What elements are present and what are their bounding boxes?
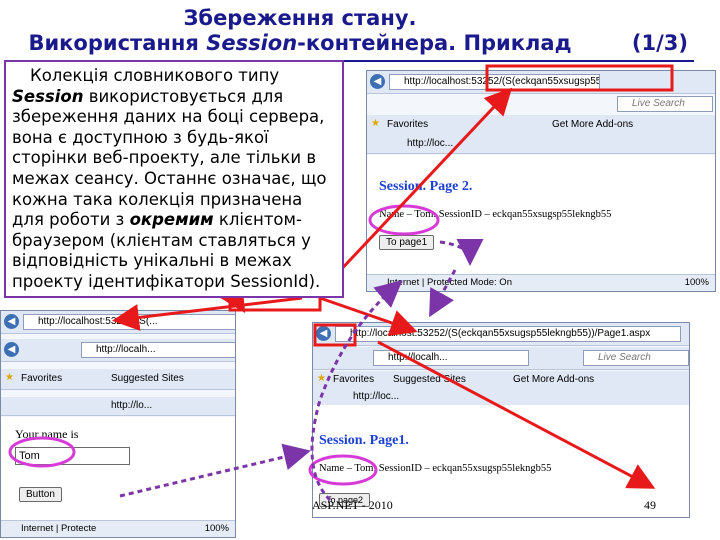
page-heading: Session. Page 2. bbox=[379, 179, 473, 194]
browser-window-page2: ◀ http://localhost:53252/(S(eckqan55xsug… bbox=[366, 70, 716, 292]
footer-course: ASP.NET - 2010 bbox=[312, 498, 393, 512]
favorites-label[interactable]: Favorites bbox=[333, 374, 374, 385]
title-line-2-italic: Session bbox=[206, 31, 298, 55]
back-icon-2[interactable]: ◀ bbox=[4, 342, 19, 357]
favorites-star-icon[interactable]: ★ bbox=[371, 118, 380, 129]
status-text: Internet | Protected Mode: On bbox=[387, 277, 512, 288]
address-field-2[interactable]: http://localh... bbox=[373, 350, 529, 366]
zoom-level[interactable]: 100% bbox=[205, 521, 229, 537]
description-emphasis: окремим bbox=[129, 210, 214, 230]
description-intro: Колекція словникового типу bbox=[30, 66, 280, 85]
address-field[interactable]: http://localhost:53252/(S(... bbox=[23, 314, 235, 330]
tab-bar: http://lo... bbox=[1, 397, 235, 416]
description-part-1: використовується для збереження даних на… bbox=[12, 86, 327, 230]
suggested-sites-label[interactable]: Suggested Sites bbox=[393, 374, 466, 385]
address-bar: ◀ http://localhost:53252/(S(eckqan55xsug… bbox=[367, 71, 715, 112]
addons-label[interactable]: Get More Add-ons bbox=[513, 374, 594, 385]
page-content: Your name is Tom Button bbox=[1, 417, 235, 521]
back-icon[interactable]: ◀ bbox=[316, 326, 331, 341]
slide-counter: (1/3) bbox=[631, 31, 688, 55]
address-field[interactable]: http://localhost:53252/(S(eckqan55xsugsp… bbox=[389, 74, 600, 90]
page-heading: Session. Page1. bbox=[319, 433, 409, 448]
address-bar-2: ◀ http://localh... bbox=[1, 339, 235, 362]
title-line-2: Використання Session-контейнера. Приклад bbox=[0, 31, 600, 56]
page-content: Session. Page 2. Name – Tom. SessionID –… bbox=[367, 155, 715, 275]
title-line-2-pre: Використання bbox=[28, 31, 207, 55]
suggested-sites-label[interactable]: Suggested Sites bbox=[111, 373, 184, 384]
toolbar: ★ Favorites Suggested Sites bbox=[1, 369, 235, 390]
tab-bar: http://loc... bbox=[313, 389, 689, 406]
zoom-level[interactable]: 100% bbox=[685, 275, 709, 291]
session-line: Name – Tom. SessionID – eckqan55xsugsp55… bbox=[379, 209, 612, 220]
slide-title: Збереження стану. Використання Session-к… bbox=[0, 6, 600, 56]
description-box: Колекція словникового типу Session викор… bbox=[4, 60, 344, 298]
status-text: Internet | Protecte bbox=[21, 523, 97, 534]
favorites-star-icon[interactable]: ★ bbox=[317, 373, 326, 384]
tab-bar: http://loc... bbox=[367, 135, 715, 154]
title-line-1: Збереження стану. bbox=[183, 6, 417, 30]
tab-label[interactable]: http://loc... bbox=[353, 391, 399, 402]
favorites-label[interactable]: Favorites bbox=[21, 373, 62, 384]
name-label: Your name is bbox=[15, 427, 79, 441]
status-bar: Internet | Protected Mode: On 100% bbox=[367, 274, 715, 291]
address-bar: ◀ http://localhost:53252/(S(... bbox=[1, 311, 235, 334]
address-field[interactable]: http://localhost:53252/(S(eckqan55xsugsp… bbox=[335, 326, 681, 342]
description-session-term: Session bbox=[12, 86, 84, 106]
address-bar: ◀ http://localhost:53252/(S(eckqan55xsug… bbox=[313, 323, 689, 346]
search-field[interactable]: Live Search bbox=[617, 96, 713, 112]
addons-label[interactable]: Get More Add-ons bbox=[552, 119, 633, 130]
name-input[interactable]: Tom bbox=[15, 447, 130, 465]
submit-button[interactable]: Button bbox=[19, 487, 62, 502]
search-field[interactable]: Live Search bbox=[583, 350, 689, 366]
title-line-2-post: -контейнера. Приклад bbox=[297, 31, 572, 55]
status-bar: Internet | Protecte 100% bbox=[1, 520, 235, 537]
tab-label[interactable]: http://loc... bbox=[407, 138, 453, 149]
favorites-star-icon[interactable]: ★ bbox=[5, 372, 14, 383]
browser-window-page1: ◀ http://localhost:53252/(S(eckqan55xsug… bbox=[312, 322, 690, 518]
footer-page-number: 49 bbox=[644, 498, 656, 512]
description-text: Колекція словникового типу Session викор… bbox=[12, 66, 336, 293]
address-bar-2: http://localh... Live Search bbox=[313, 347, 689, 370]
address-field-2[interactable]: http://localh... bbox=[81, 342, 235, 358]
browser-window-form: ◀ http://localhost:53252/(S(... ◀ http:/… bbox=[0, 310, 236, 538]
back-icon[interactable]: ◀ bbox=[4, 314, 19, 329]
to-page1-button[interactable]: To page1 bbox=[379, 235, 435, 250]
session-line: Name – Tom. SessionID – eckqan55xsugsp55… bbox=[319, 463, 552, 474]
toolbar: ★ Favorites Get More Add-ons bbox=[367, 115, 715, 136]
favorites-label[interactable]: Favorites bbox=[387, 119, 428, 130]
back-icon[interactable]: ◀ bbox=[370, 74, 385, 89]
toolbar: ★ Favorites Suggested Sites Get More Add… bbox=[313, 371, 689, 390]
tab-label[interactable]: http://lo... bbox=[111, 400, 152, 411]
